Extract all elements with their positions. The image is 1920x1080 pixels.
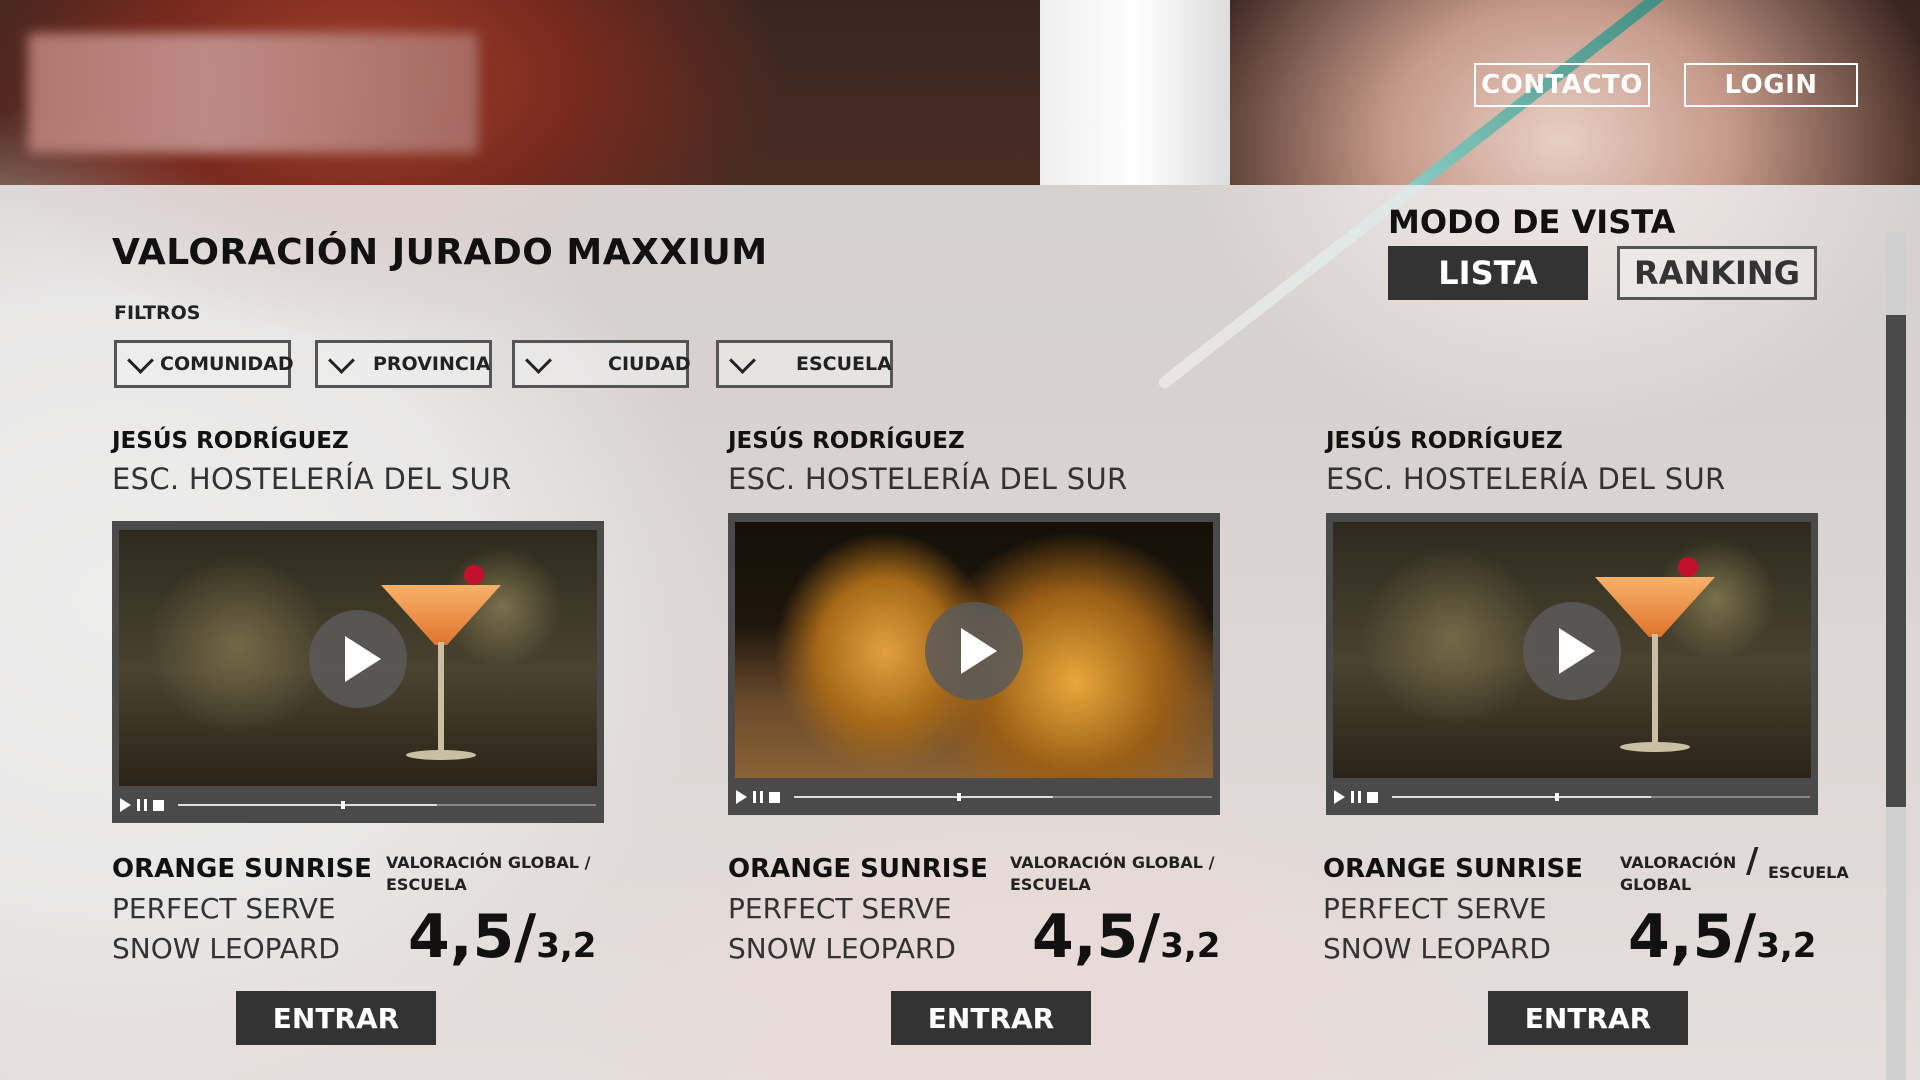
view-mode-lista-button[interactable]: LISTA (1388, 246, 1588, 300)
filter-label: ESCUELA (796, 353, 892, 375)
video-player[interactable] (1326, 513, 1818, 815)
score-school: 3,2 (1756, 926, 1817, 966)
filter-provincia[interactable]: PROVINCIA (315, 340, 492, 388)
video-buffer (1392, 796, 1652, 798)
chevron-down-icon (127, 346, 154, 374)
contestant-name: JESÚS RODRÍGUEZ (1326, 428, 1563, 454)
contestant-name: JESÚS RODRÍGUEZ (112, 428, 349, 454)
rating-label: VALORACIÓN GLOBAL / ESCUELA (386, 852, 590, 896)
chevron-down-icon (525, 346, 552, 374)
filter-label: PROVINCIA (373, 353, 491, 375)
contestant-name: JESÚS RODRÍGUEZ (728, 428, 965, 454)
play-icon[interactable] (309, 610, 407, 708)
video-progress-knob[interactable] (341, 801, 346, 809)
pause-icon[interactable] (1351, 791, 1361, 803)
cherry (1678, 557, 1698, 577)
entry-card: JESÚS RODRÍGUEZ ESC. HOSTELERÍA DEL SUR … (1323, 422, 1856, 1052)
play-icon[interactable] (120, 798, 131, 812)
score-global: 4,5/ (1032, 902, 1161, 972)
play-icon[interactable] (1523, 602, 1621, 700)
video-progress-knob[interactable] (957, 793, 962, 801)
score-school: 3,2 (536, 926, 597, 966)
glass-stem (1652, 634, 1658, 744)
chevron-down-icon (729, 346, 756, 374)
contestant-school: ESC. HOSTELERÍA DEL SUR (1326, 462, 1726, 496)
filter-label: CIUDAD (608, 353, 691, 375)
drink-serve: PERFECT SERVE (112, 892, 336, 925)
background-jacket (1040, 0, 1230, 185)
rating-label: VALORACIÓN GLOBAL / ESCUELA (1010, 852, 1214, 896)
page-title: VALORACIÓN JURADO MAXXIUM (112, 232, 768, 273)
video-controls (120, 793, 596, 817)
video-buffer (794, 796, 1054, 798)
stop-icon[interactable] (769, 791, 780, 803)
view-mode-ranking-button[interactable]: RANKING (1617, 246, 1817, 300)
glass-base (406, 750, 476, 760)
drink-brand: SNOW LEOPARD (112, 932, 340, 965)
rating-score: 4,5/3,2 (1628, 902, 1816, 972)
stop-icon[interactable] (153, 799, 164, 811)
entry-card: JESÚS RODRÍGUEZ ESC. HOSTELERÍA DEL SUR … (728, 422, 1258, 1052)
video-progress-bar[interactable] (794, 793, 1212, 801)
drink-serve: PERFECT SERVE (1323, 892, 1547, 925)
scrollbar-thumb[interactable] (1886, 315, 1906, 807)
filter-comunidad[interactable]: COMUNIDAD (114, 340, 294, 388)
video-controls (1334, 785, 1810, 809)
filter-label: COMUNIDAD (160, 353, 294, 375)
play-icon[interactable] (736, 790, 747, 804)
video-controls (736, 785, 1212, 809)
enter-button[interactable]: ENTRAR (236, 991, 436, 1045)
site-logo[interactable] (28, 33, 478, 153)
rating-label-global: VALORACIÓN GLOBAL (1620, 853, 1737, 894)
rating-label-school: ESCUELA (1768, 863, 1849, 882)
cherry (464, 565, 484, 585)
filters-label: FILTROS (114, 302, 201, 324)
video-player[interactable] (112, 521, 604, 823)
pause-icon[interactable] (753, 791, 763, 803)
view-mode-label: MODO DE VISTA (1388, 203, 1676, 241)
stop-icon[interactable] (1367, 791, 1378, 803)
rating-score: 4,5/3,2 (1032, 902, 1220, 972)
rating-label-slash: / (1746, 841, 1759, 881)
rating-label-school: ESCUELA (1010, 875, 1091, 894)
rating-label-global: VALORACIÓN GLOBAL / (386, 853, 591, 872)
drink-name: ORANGE SUNRISE (1323, 854, 1583, 884)
rating-score: 4,5/3,2 (408, 902, 596, 972)
drink-name: ORANGE SUNRISE (112, 854, 372, 884)
play-icon[interactable] (1334, 790, 1345, 804)
drink-brand: SNOW LEOPARD (1323, 932, 1551, 965)
enter-button[interactable]: ENTRAR (891, 991, 1091, 1045)
glass-base (1620, 742, 1690, 752)
score-school: 3,2 (1160, 926, 1221, 966)
drink-name: ORANGE SUNRISE (728, 854, 988, 884)
rating-label: VALORACIÓN GLOBAL (1620, 852, 1737, 896)
contact-button[interactable]: CONTACTO (1474, 63, 1650, 107)
filter-ciudad[interactable]: CIUDAD (512, 340, 691, 388)
glass-stem (438, 642, 444, 752)
video-buffer (178, 804, 438, 806)
chevron-down-icon (328, 346, 355, 374)
contestant-school: ESC. HOSTELERÍA DEL SUR (728, 462, 1128, 496)
video-player[interactable] (728, 513, 1220, 815)
enter-button[interactable]: ENTRAR (1488, 991, 1688, 1045)
entry-card: JESÚS RODRÍGUEZ ESC. HOSTELERÍA DEL SUR … (112, 422, 642, 1052)
score-global: 4,5/ (1628, 902, 1757, 972)
drink-brand: SNOW LEOPARD (728, 932, 956, 965)
play-icon[interactable] (925, 602, 1023, 700)
video-progress-knob[interactable] (1555, 793, 1560, 801)
score-global: 4,5/ (408, 902, 537, 972)
rating-label-school: ESCUELA (386, 875, 467, 894)
filter-escuela[interactable]: ESCUELA (716, 340, 893, 388)
login-button[interactable]: LOGIN (1684, 63, 1858, 107)
video-progress-bar[interactable] (178, 801, 596, 809)
rating-label-global: VALORACIÓN GLOBAL / (1010, 853, 1215, 872)
drink-serve: PERFECT SERVE (728, 892, 952, 925)
pause-icon[interactable] (137, 799, 147, 811)
contestant-school: ESC. HOSTELERÍA DEL SUR (112, 462, 512, 496)
video-progress-bar[interactable] (1392, 793, 1810, 801)
